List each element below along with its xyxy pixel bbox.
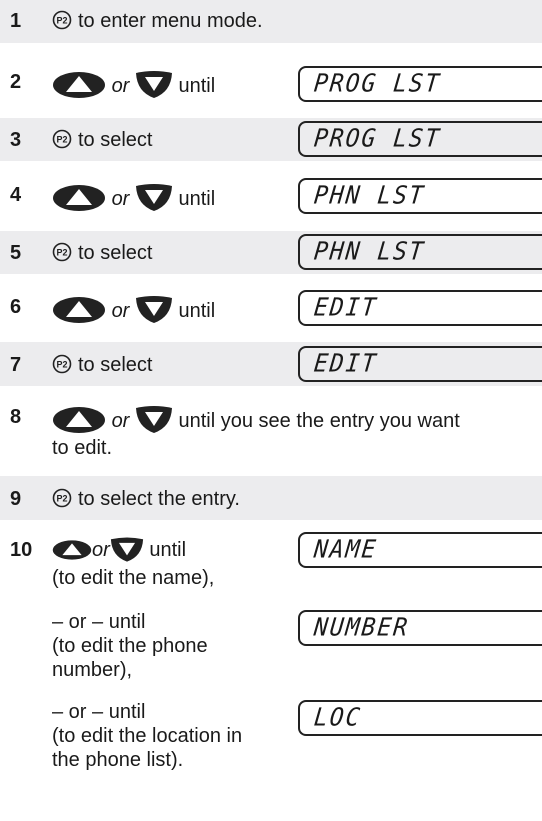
instruction-page: 1 P2 to enter menu mode. 2 or until PROG … [0,0,542,821]
or-text: or [111,300,130,322]
or-text: or [111,75,130,97]
step-number: 1 [10,10,22,32]
svg-text:P2: P2 [56,16,67,26]
down-arrow-button-icon [135,70,173,106]
lcd-display: PHN LST [298,234,542,270]
step-number: 9 [10,488,22,510]
step-instruction: until [178,188,216,210]
alt-option-line: the phone list). [52,749,184,771]
lcd-display: PROG LST [298,66,542,102]
step-number: 2 [10,71,22,93]
or-text: or [111,410,130,432]
alt-option-line: (to edit the location in [52,725,243,747]
down-arrow-button-icon [135,405,173,441]
up-arrow-button-icon [52,536,92,570]
step-number: 7 [10,354,22,376]
up-arrow-button-icon [52,295,106,331]
step-row-10: 10 or until (to edit the name), – or – u… [0,530,542,821]
step-instruction: to select [78,242,153,264]
lcd-display: EDIT [298,346,542,382]
step-instruction: until you see the entry you want [178,410,460,432]
step-number: 4 [10,184,22,206]
step-text: P2 to enter menu mode. [52,9,263,36]
step-row-1: 1 P2 to enter menu mode. [0,0,542,43]
svg-text:P2: P2 [56,494,67,504]
alt-option-line: number), [52,659,133,681]
lcd-display: EDIT [298,290,542,326]
step-number: 6 [10,296,22,318]
svg-text:P2: P2 [56,135,67,145]
step-continuation: (to edit the name), [52,567,215,589]
up-arrow-button-icon [52,183,106,219]
lcd-display: PROG LST [298,121,542,157]
step-text: or until you see the entry you want [52,405,460,441]
step-instruction: to select [78,129,153,151]
down-arrow-button-icon [135,183,173,219]
step-continuation: to edit. [52,437,113,459]
down-arrow-button-icon [135,295,173,331]
step-text: or until [52,295,215,331]
step-instruction: to enter menu mode. [78,10,263,32]
step-text: P2 to select the entry. [52,487,240,514]
step-number: 8 [10,406,22,428]
step-text: or until [52,183,215,219]
step-text: or until [52,536,186,570]
lcd-display: LOC [298,700,542,736]
step-number: 5 [10,242,22,264]
alt-option-line: (to edit the phone [52,635,208,657]
svg-text:P2: P2 [56,360,67,370]
step-number: 3 [10,129,22,151]
step-instruction: until [149,539,187,561]
step-instruction: until [178,300,216,322]
step-text: P2 to select [52,128,152,155]
step-instruction: until [178,75,216,97]
step-text: P2 to select [52,241,152,268]
step-instruction: to select [78,354,153,376]
or-text: or [111,188,130,210]
step-row-9: 9 P2 to select the entry. [0,476,542,520]
down-arrow-button-icon [110,536,144,570]
p2-button-icon: P2 [52,354,72,380]
step-text: P2 to select [52,353,152,380]
step-row-8: 8 or until you see the entry you want to… [0,398,542,466]
p2-button-icon: P2 [52,242,72,268]
svg-text:P2: P2 [56,248,67,258]
step-instruction: to select the entry. [78,488,240,510]
lcd-display: PHN LST [298,178,542,214]
lcd-display: NAME [298,532,542,568]
step-number: 10 [10,539,33,561]
lcd-display: NUMBER [298,610,542,646]
up-arrow-button-icon [52,70,106,106]
alt-option-line: – or – until [52,611,146,633]
alt-option-line: – or – until [52,701,146,723]
p2-button-icon: P2 [52,129,72,155]
p2-button-icon: P2 [52,10,72,36]
or-text: or [92,539,110,561]
step-text: or until [52,70,215,106]
p2-button-icon: P2 [52,488,72,514]
